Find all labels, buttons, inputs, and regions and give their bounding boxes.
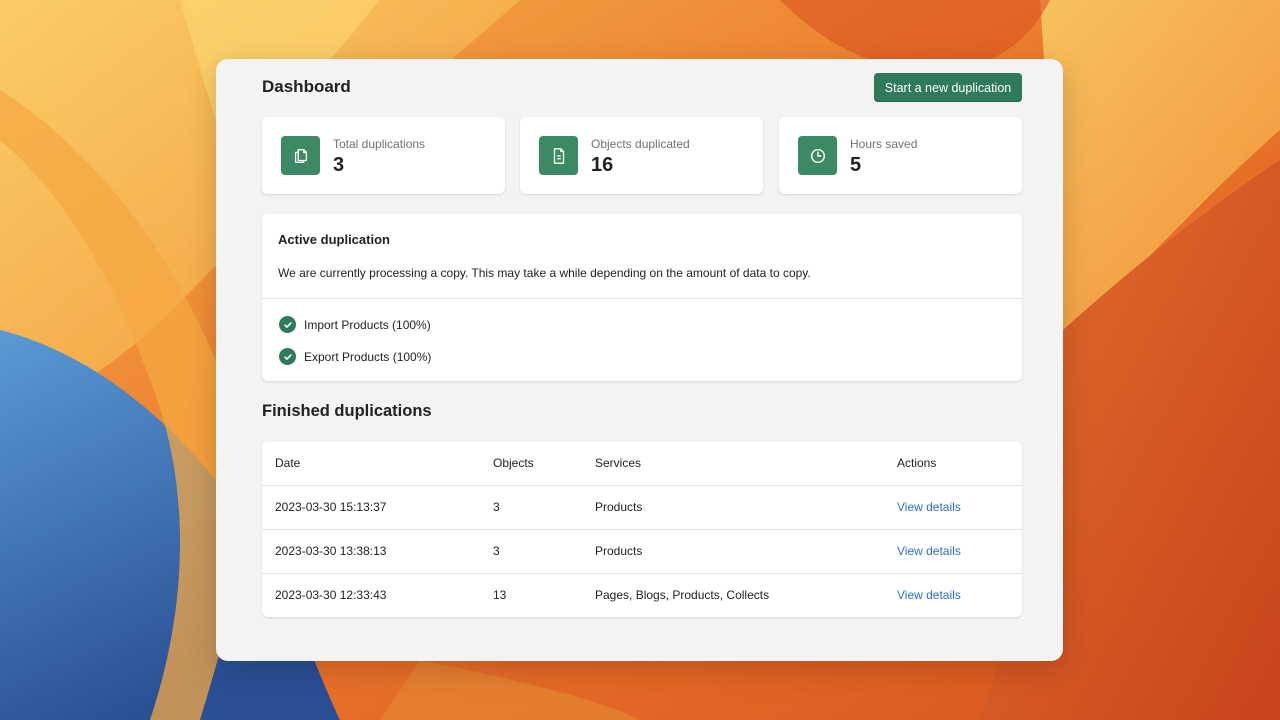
cell-objects: 13 <box>493 588 507 602</box>
cell-objects: 3 <box>493 544 500 558</box>
cell-date: 2023-03-30 15:13:37 <box>275 500 387 514</box>
task-label: Export Products (100%) <box>304 349 432 364</box>
stat-label: Objects duplicated <box>591 137 690 151</box>
table-row: 2023-03-30 15:13:37 3 Products View deta… <box>262 486 1022 530</box>
clock-icon <box>798 136 837 175</box>
check-circle-icon <box>279 348 296 365</box>
cell-date: 2023-03-30 12:33:43 <box>275 588 387 602</box>
table-header-row: Date Objects Services Actions <box>262 442 1022 486</box>
document-icon <box>539 136 578 175</box>
finished-duplications-table: Date Objects Services Actions 2023-03-30… <box>262 442 1022 617</box>
table-row: 2023-03-30 13:38:13 3 Products View deta… <box>262 530 1022 574</box>
page-title: Dashboard <box>262 77 351 96</box>
copy-icon <box>281 136 320 175</box>
active-duplication-card: Active duplication We are currently proc… <box>262 214 1022 381</box>
stat-value: 5 <box>850 154 862 176</box>
active-duplication-description: We are currently processing a copy. This… <box>278 266 811 280</box>
view-details-link[interactable]: View details <box>897 486 961 529</box>
stat-card-total-duplications: Total duplications 3 <box>262 117 505 194</box>
task-item-export-products: Export Products (100%) <box>279 348 431 365</box>
stat-value: 3 <box>333 154 345 176</box>
stat-card-objects-duplicated: Objects duplicated 16 <box>520 117 763 194</box>
view-details-link[interactable]: View details <box>897 530 961 573</box>
cell-services: Pages, Blogs, Products, Collects <box>595 588 770 602</box>
column-header-services: Services <box>595 456 642 470</box>
stat-label: Total duplications <box>333 137 426 151</box>
column-header-actions: Actions <box>897 456 937 470</box>
cell-objects: 3 <box>493 500 500 514</box>
divider <box>262 298 1022 299</box>
view-details-link[interactable]: View details <box>897 574 961 617</box>
column-header-objects: Objects <box>493 456 534 470</box>
cell-date: 2023-03-30 13:38:13 <box>275 544 387 558</box>
cell-services: Products <box>595 500 643 514</box>
table-row: 2023-03-30 12:33:43 13 Pages, Blogs, Pro… <box>262 574 1022 617</box>
active-duplication-title: Active duplication <box>278 232 390 247</box>
stat-label: Hours saved <box>850 137 918 151</box>
cell-services: Products <box>595 544 643 558</box>
start-duplication-button[interactable]: Start a new duplication <box>874 73 1022 102</box>
check-circle-icon <box>279 316 296 333</box>
task-label: Import Products (100%) <box>304 317 431 332</box>
app-window: Dashboard Start a new duplication Total … <box>216 59 1063 661</box>
task-item-import-products: Import Products (100%) <box>279 316 431 333</box>
stat-value: 16 <box>591 154 614 176</box>
finished-duplications-title: Finished duplications <box>262 402 432 420</box>
stat-card-hours-saved: Hours saved 5 <box>779 117 1022 194</box>
column-header-date: Date <box>275 456 301 470</box>
